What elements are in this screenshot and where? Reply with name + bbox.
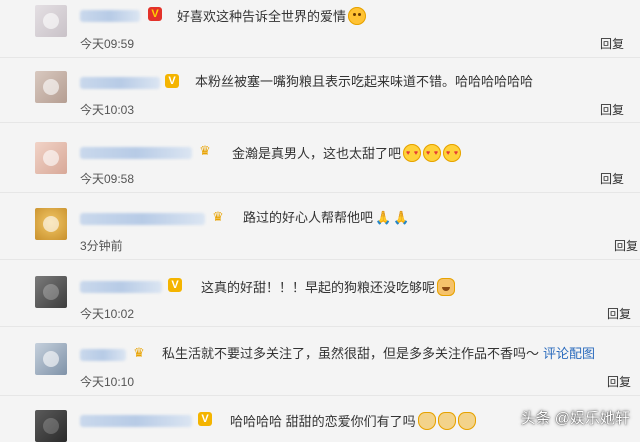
verified-badge: V — [165, 74, 179, 88]
username-blurred[interactable] — [80, 281, 162, 293]
reply-button[interactable]: 回复 — [607, 305, 631, 322]
doge-emoji-icon — [437, 412, 456, 430]
pray-emoji-icon: 🙏 — [375, 210, 392, 225]
comment-text: 本粉丝被塞一嘴狗粮且表示吃起来味道不错。哈哈哈哈哈哈 — [195, 74, 533, 90]
username-blurred[interactable] — [80, 147, 192, 159]
avatar[interactable] — [35, 142, 67, 174]
comment-time: 今天10:02 — [80, 307, 135, 321]
avatar[interactable] — [35, 5, 67, 37]
username-blurred[interactable] — [80, 349, 126, 361]
comment-list: V 好喜欢这种告诉全世界的爱情 今天09:59 回复 V 本粉丝被塞一嘴狗粮且表… — [0, 0, 640, 442]
comment-time: 今天09:59 — [80, 37, 135, 51]
comment-text-content: 金瀚是真男人，这也太甜了吧 — [232, 146, 402, 161]
reply-button[interactable]: 回复 — [600, 101, 624, 118]
avatar[interactable] — [35, 208, 67, 240]
avatar[interactable] — [35, 71, 67, 103]
crown-badge-icon: ♛ — [133, 345, 145, 360]
verified-badge: V — [168, 278, 182, 292]
love-emoji-icon — [423, 144, 442, 162]
reply-button[interactable]: 回复 — [614, 237, 638, 254]
comment-text: 金瀚是真男人，这也太甜了吧 — [232, 144, 462, 162]
reply-button[interactable]: 回复 — [600, 35, 624, 52]
comment-text: 哈哈哈哈 甜甜的恋爱你们有了吗 — [230, 412, 476, 430]
reply-button[interactable]: 回复 — [600, 170, 624, 187]
username-blurred[interactable] — [80, 77, 160, 89]
reply-button[interactable]: 回复 — [607, 373, 631, 390]
username-blurred[interactable] — [80, 10, 140, 22]
comment-text-content: 这真的好甜！！！早起的狗粮还没吃够呢 — [201, 280, 436, 295]
dog-emoji-icon — [437, 278, 456, 296]
love-emoji-icon — [443, 144, 462, 162]
comment-text-content: 本粉丝被塞一嘴狗粮且表示吃起来味道不错。哈哈哈哈哈哈 — [195, 74, 534, 89]
comment-item: ♛ 路过的好心人帮帮他吧 🙏 🙏 3分钟前 回复 — [0, 193, 640, 260]
comment-text: 私生活就不要过多关注了，虽然很甜，但是多多关注作品不香吗～ 评论配图 — [162, 346, 595, 362]
comment-item: ♛ 私生活就不要过多关注了，虽然很甜，但是多多关注作品不香吗～ 评论配图 今天10… — [0, 327, 640, 396]
comment-time: 今天10:03 — [80, 103, 135, 117]
comment-text: 路过的好心人帮帮他吧 🙏 🙏 — [243, 210, 409, 226]
comment-text: 好喜欢这种告诉全世界的爱情 — [177, 7, 367, 25]
verified-badge: V — [198, 412, 212, 426]
pray-emoji-icon: 🙏 — [393, 210, 410, 225]
comment-time: 3分钟前 — [80, 239, 123, 253]
face-emoji-icon — [348, 7, 367, 25]
avatar[interactable] — [35, 276, 67, 308]
doge-emoji-icon — [417, 412, 436, 430]
crown-badge-icon: ♛ — [212, 209, 224, 224]
doge-emoji-icon — [457, 412, 476, 430]
comment-item: V 本粉丝被塞一嘴狗粮且表示吃起来味道不错。哈哈哈哈哈哈 今天10:03 回复 — [0, 58, 640, 123]
comment-time: 今天09:58 — [80, 172, 135, 186]
comment-text-content: 哈哈哈哈 甜甜的恋爱你们有了吗 — [230, 414, 416, 429]
comment-text-content: 私生活就不要过多关注了，虽然很甜，但是多多关注作品不香吗～ — [162, 346, 540, 361]
view-image-link[interactable]: 评论配图 — [543, 346, 595, 361]
avatar[interactable] — [35, 343, 67, 375]
comment-item: V 好喜欢这种告诉全世界的爱情 今天09:59 回复 — [0, 0, 640, 58]
watermark: 头条 @娱乐她轩 — [520, 410, 630, 427]
comment-text-content: 路过的好心人帮帮他吧 — [243, 210, 374, 225]
comment-time: 今天10:10 — [80, 375, 135, 389]
comment-item: ♛ 金瀚是真男人，这也太甜了吧 今天09:58 回复 — [0, 123, 640, 193]
username-blurred[interactable] — [80, 213, 205, 225]
love-emoji-icon — [403, 144, 422, 162]
comment-item: V 这真的好甜！！！早起的狗粮还没吃够呢 今天10:02 回复 — [0, 260, 640, 327]
verified-badge: V — [148, 7, 162, 21]
comment-text: 这真的好甜！！！早起的狗粮还没吃够呢 — [201, 278, 456, 296]
comment-text-content: 好喜欢这种告诉全世界的爱情 — [177, 9, 347, 24]
avatar[interactable] — [35, 410, 67, 442]
crown-badge-icon: ♛ — [199, 143, 211, 158]
username-blurred[interactable] — [80, 415, 192, 427]
